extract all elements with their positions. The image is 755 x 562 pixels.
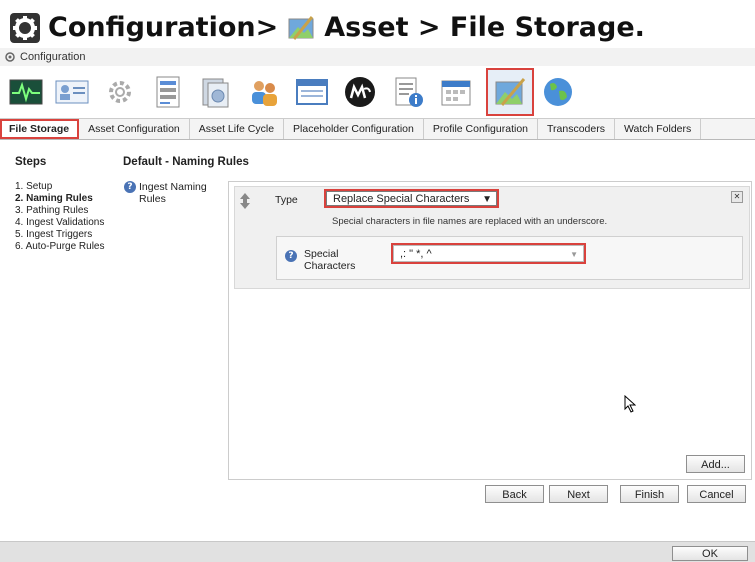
heading-configuration: Configuration> <box>48 12 279 43</box>
chevron-down-icon: ▼ <box>570 250 578 259</box>
step-item-current[interactable]: 2. Naming Rules <box>15 193 105 205</box>
type-select[interactable]: Replace Special Characters ▼ <box>324 189 499 208</box>
drag-handle-icon[interactable] <box>240 193 250 209</box>
tab-profile-configuration[interactable]: Profile Configuration <box>424 119 538 139</box>
special-characters-field[interactable]: ,: " *, ^ ▼ <box>391 243 586 264</box>
special-label-line2: Characters <box>304 260 356 272</box>
step-item[interactable]: 4. Ingest Validations <box>15 217 105 229</box>
window-gear-icon <box>5 52 15 62</box>
steps-title: Steps <box>15 156 47 168</box>
calendar-icon[interactable] <box>436 72 476 112</box>
type-description: Special characters in file names are rep… <box>332 216 608 227</box>
users-icon[interactable] <box>244 72 284 112</box>
step-item[interactable]: 6. Auto-Purge Rules <box>15 241 105 253</box>
main-toolbar <box>0 66 755 118</box>
m-logo-icon[interactable] <box>340 72 380 112</box>
tab-placeholder-configuration[interactable]: Placeholder Configuration <box>284 119 424 139</box>
tab-transcoders[interactable]: Transcoders <box>538 119 615 139</box>
finish-button[interactable]: Finish <box>620 485 679 503</box>
help-icon[interactable]: ? <box>124 181 136 193</box>
special-characters-value: ,: " *, ^ <box>400 248 432 260</box>
window-title: Configuration <box>20 51 86 63</box>
tab-file-storage[interactable]: File Storage <box>0 119 80 139</box>
activity-monitor-icon[interactable] <box>6 72 46 112</box>
dialog-footer <box>0 541 755 562</box>
mouse-cursor-icon <box>624 395 636 413</box>
special-label-line1: Special <box>304 248 339 260</box>
type-select-value: Replace Special Characters <box>333 193 470 205</box>
ok-button[interactable]: OK <box>672 546 748 561</box>
step-item[interactable]: 1. Setup <box>15 181 105 193</box>
globe-icon[interactable] <box>538 72 578 112</box>
asset-paint-toolbar-icon[interactable] <box>486 68 534 116</box>
settings-gear-outline-icon[interactable] <box>100 72 140 112</box>
cancel-button[interactable]: Cancel <box>687 485 746 503</box>
tab-watch-folders[interactable]: Watch Folders <box>615 119 702 139</box>
add-button[interactable]: Add... <box>686 455 745 473</box>
tab-asset-life-cycle[interactable]: Asset Life Cycle <box>190 119 285 139</box>
window-titlebar: Configuration <box>0 48 755 67</box>
heading-asset-file-storage: Asset > File Storage. <box>324 12 645 43</box>
asset-paint-icon <box>288 15 314 40</box>
special-help-icon[interactable]: ? <box>285 250 297 262</box>
remove-rule-close-icon[interactable]: ✕ <box>731 191 743 203</box>
type-label: Type <box>275 194 298 206</box>
document-info-icon[interactable] <box>388 72 428 112</box>
ingest-naming-rules-label: Ingest Naming Rules <box>139 181 207 205</box>
step-item[interactable]: 5. Ingest Triggers <box>15 229 105 241</box>
document-stack-icon[interactable] <box>196 72 236 112</box>
page-title: Default - Naming Rules <box>123 156 249 168</box>
server-icon[interactable] <box>148 72 188 112</box>
tab-bar: File Storage Asset Configuration Asset L… <box>0 118 755 140</box>
tab-asset-configuration[interactable]: Asset Configuration <box>79 119 190 139</box>
chevron-down-icon: ▼ <box>482 194 492 205</box>
settings-gear-icon <box>10 12 40 43</box>
step-item[interactable]: 3. Pathing Rules <box>15 205 105 217</box>
window-icon[interactable] <box>292 72 332 112</box>
next-button[interactable]: Next <box>549 485 608 503</box>
instruction-heading: Configuration> Asset > File Storage. <box>0 0 755 48</box>
user-card-icon[interactable] <box>52 72 92 112</box>
special-characters-label: Special Characters <box>304 248 355 272</box>
back-button[interactable]: Back <box>485 485 544 503</box>
steps-list: 1. Setup 2. Naming Rules 3. Pathing Rule… <box>15 181 105 253</box>
